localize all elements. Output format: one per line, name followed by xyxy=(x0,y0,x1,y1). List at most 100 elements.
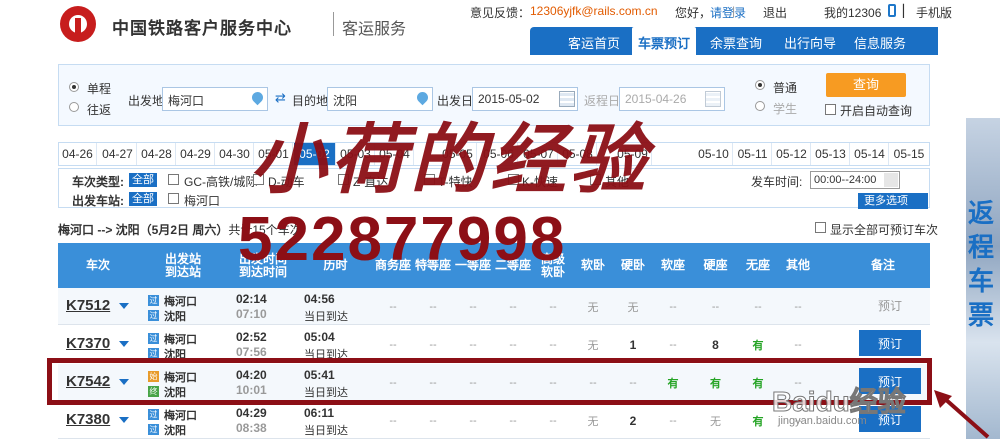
baidu-watermark: Baidu经验 xyxy=(772,386,907,418)
depart-time: 02:52 xyxy=(236,330,267,344)
depart-time-label: 发车时间: xyxy=(751,175,803,189)
duration: 08:38 xyxy=(236,421,267,435)
book-button[interactable]: 预订 xyxy=(859,330,921,356)
book-button-disabled: 预订 xyxy=(877,298,902,313)
train-type-all-tag[interactable]: 全部 xyxy=(129,173,157,187)
train-type-checkbox[interactable] xyxy=(168,174,179,185)
more-options-button[interactable]: 更多选项 xyxy=(858,193,928,209)
arrive-time: 04:56 xyxy=(304,292,335,306)
show-all-checkbox[interactable] xyxy=(815,222,826,233)
feedback-email-link[interactable]: 12306yjfk@rails.com.cn xyxy=(530,4,658,18)
round-trip-radio[interactable] xyxy=(69,102,79,112)
arrive-time: 06:11 xyxy=(304,406,335,420)
expand-arrow-icon[interactable] xyxy=(119,341,129,347)
brand-divider xyxy=(333,12,334,36)
expand-arrow-icon[interactable] xyxy=(119,417,129,423)
col-hard-sleeper: 硬卧 xyxy=(620,258,645,272)
one-way-radio[interactable] xyxy=(69,82,79,92)
seat-deluxe: -- xyxy=(549,300,557,313)
seat-soft-sleeper: 无 xyxy=(587,415,599,428)
date-tab[interactable]: 05-13 xyxy=(812,143,850,165)
col-hard-seat: 硬座 xyxy=(703,258,728,272)
feedback-label: 意见反馈： xyxy=(470,6,531,20)
depart-time-select[interactable]: 00:00--24:00 xyxy=(810,171,900,189)
student-ticket-label: 学生 xyxy=(773,102,798,116)
pass-station-icon: 过 xyxy=(148,333,159,344)
seat-hard-sleeper: 无 xyxy=(627,301,639,314)
mobile-phone-icon xyxy=(888,4,896,17)
from-label: 出发地 xyxy=(128,94,165,108)
date-tab[interactable]: 04-29 xyxy=(177,143,215,165)
one-way-label: 单程 xyxy=(87,82,112,96)
depart-time-value: 00:00--24:00 xyxy=(814,174,877,186)
duration: 07:56 xyxy=(236,345,267,359)
pass-station-icon: 过 xyxy=(148,409,159,420)
date-tab[interactable]: 05-15 xyxy=(890,143,928,165)
calendar-icon[interactable] xyxy=(705,91,721,107)
railway-logo[interactable] xyxy=(60,6,96,42)
page: 中国铁路客户服务中心 客运服务 意见反馈： 12306yjfk@rails.co… xyxy=(0,0,1000,439)
arrive-time: 05:04 xyxy=(304,330,335,344)
site-brand: 中国铁路客户服务中心 xyxy=(112,19,292,38)
seat-hard-seat: 无 xyxy=(710,415,721,428)
normal-ticket-label: 普通 xyxy=(773,81,798,95)
col-no-seat: 无座 xyxy=(745,258,770,272)
arrive-day: 当日到达 xyxy=(304,311,348,323)
mobile-link[interactable]: 手机版 xyxy=(916,4,952,21)
seat-first: -- xyxy=(469,414,477,427)
from-station[interactable]: 梅河口 xyxy=(164,293,197,309)
depart-time: 02:14 xyxy=(236,292,267,306)
baidu-watermark-url: jingyan.baidu.com xyxy=(778,415,867,427)
to-station[interactable]: 沈阳 xyxy=(164,422,186,438)
date-tab[interactable]: 05-12 xyxy=(773,143,811,165)
expand-arrow-icon[interactable] xyxy=(119,303,129,309)
annotation-arrow-icon xyxy=(934,390,990,439)
station-option: 梅河口 xyxy=(184,194,221,208)
from-station[interactable]: 梅河口 xyxy=(164,331,197,347)
date-tab[interactable]: 05-10 xyxy=(695,143,733,165)
my12306-link[interactable]: 我的12306 xyxy=(824,4,881,21)
nav-info-service[interactable]: 信息服务 xyxy=(854,33,906,52)
pass-station-icon: 过 xyxy=(148,310,159,321)
nav-home[interactable]: 客运首页 xyxy=(568,33,620,52)
train-type-label: 车次类型: xyxy=(72,175,124,189)
auto-query-checkbox[interactable] xyxy=(825,104,836,115)
date-tab[interactable]: 04-30 xyxy=(216,143,254,165)
from-station[interactable]: 梅河口 xyxy=(164,407,197,423)
nav-ticket-booking[interactable]: 车票预订 xyxy=(632,27,697,55)
main-nav: 客运首页 车票预订 余票查询 出行向导 信息服务 xyxy=(530,27,938,55)
date-tab[interactable]: 04-26 xyxy=(59,143,97,165)
table-row: K7512 过 梅河口 过 沈阳 02:14 07:10 04:56 当日到达 … xyxy=(58,288,930,325)
my12306-chevron-icon[interactable]: ▏ xyxy=(903,4,912,18)
seat-soft-seat: -- xyxy=(669,414,677,427)
to-station[interactable]: 沈阳 xyxy=(164,308,186,324)
seat-soft-seat: -- xyxy=(669,300,677,313)
pass-station-icon: 过 xyxy=(148,424,159,435)
seat-business: -- xyxy=(389,414,397,427)
seat-no-seat: -- xyxy=(754,300,762,313)
seat-hard-seat: -- xyxy=(711,300,720,313)
pass-station-icon: 过 xyxy=(148,295,159,306)
date-tab[interactable]: 05-11 xyxy=(734,143,772,165)
col-soft-sleeper: 软卧 xyxy=(580,258,605,272)
col-stations: 出发站 到达站 xyxy=(164,251,201,279)
nav-travel-guide[interactable]: 出行向导 xyxy=(784,33,836,52)
station-all-tag[interactable]: 全部 xyxy=(129,192,157,206)
show-all-label: 显示全部可预订车次 xyxy=(830,223,939,237)
logout-link[interactable]: 退出 xyxy=(763,4,787,21)
seat-second: -- xyxy=(509,414,517,427)
greeting: 您好， xyxy=(675,6,712,20)
date-tab[interactable]: 04-28 xyxy=(138,143,176,165)
normal-ticket-radio[interactable] xyxy=(755,80,765,90)
nav-remaining-tickets[interactable]: 余票查询 xyxy=(710,33,762,52)
student-ticket-radio[interactable] xyxy=(755,101,765,111)
train-number-link[interactable]: K7370 xyxy=(66,335,110,352)
duration: 07:10 xyxy=(236,307,267,321)
login-link[interactable]: 请登录 xyxy=(710,4,746,21)
train-number-link[interactable]: K7512 xyxy=(66,297,110,314)
station-checkbox[interactable] xyxy=(168,193,179,204)
train-number-link[interactable]: K7380 xyxy=(66,411,110,428)
query-button[interactable]: 查询 xyxy=(826,73,906,97)
date-tab[interactable]: 04-27 xyxy=(99,143,137,165)
date-tab[interactable]: 05-14 xyxy=(851,143,889,165)
